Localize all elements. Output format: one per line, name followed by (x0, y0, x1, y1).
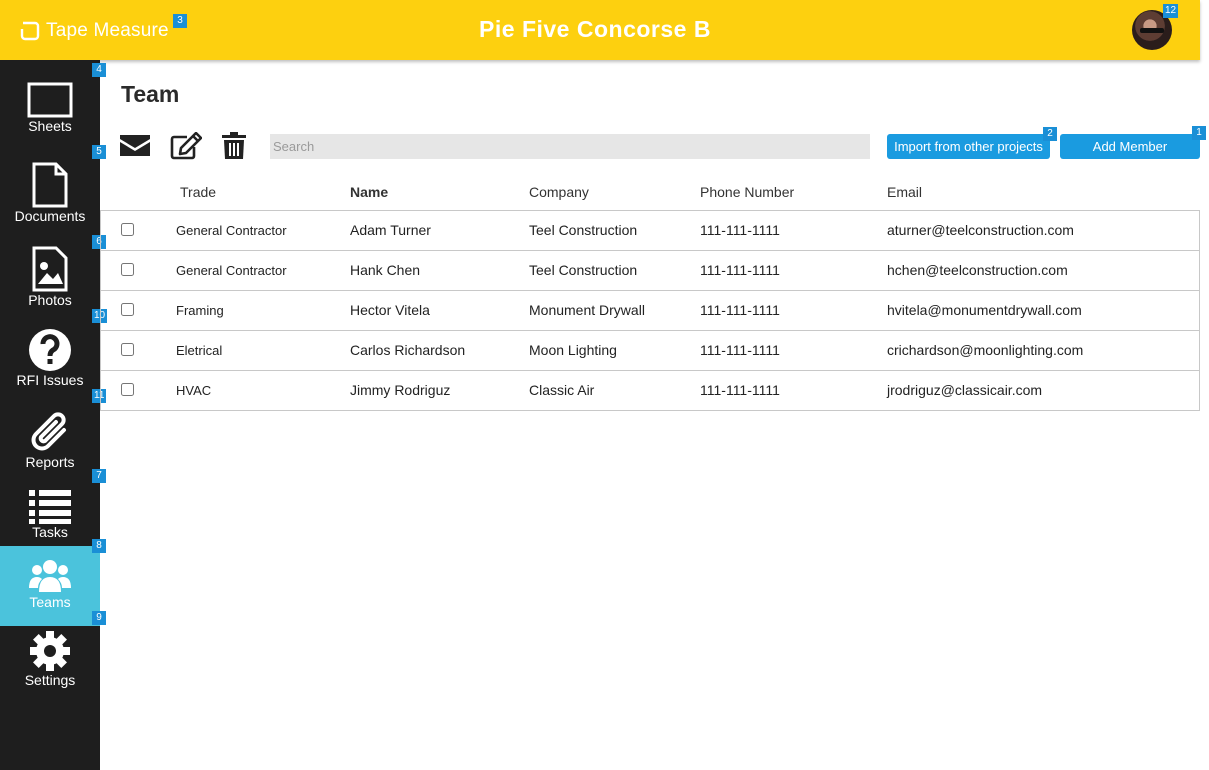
cell-email: crichardson@moonlighting.com (887, 342, 1084, 358)
paperclip-icon (28, 408, 72, 454)
envelope-icon (120, 135, 150, 156)
question-icon (28, 328, 72, 372)
sidebar-item-label: Sheets (28, 118, 72, 134)
table-row[interactable]: General Contractor Hank Chen Teel Constr… (101, 251, 1199, 291)
cell-email: jrodriguz@classicair.com (887, 382, 1043, 398)
cell-company: Classic Air (529, 382, 595, 398)
table-row[interactable]: Framing Hector Vitela Monument Drywall 1… (101, 291, 1199, 331)
delete-button[interactable] (222, 132, 246, 165)
sidebar-item-label: Photos (28, 292, 72, 308)
cell-name: Hank Chen (350, 262, 421, 278)
sidebar-item-rfi-issues[interactable]: RFI Issues (0, 328, 100, 394)
cell-email: hchen@teelconstruction.com (887, 262, 1068, 278)
column-header-name[interactable]: Name (350, 184, 388, 200)
main-content: Team Import from other projects Add Memb… (100, 60, 1209, 770)
cell-trade: Eletrical (176, 343, 223, 358)
photo-icon (31, 246, 69, 292)
list-icon (29, 488, 71, 524)
sidebar-item-sheets[interactable]: Sheets (0, 82, 100, 142)
page-title: Team (121, 81, 180, 107)
sidebar: Sheets Documents Photos RFI Issues Repor… (0, 60, 100, 770)
row-checkbox[interactable] (121, 303, 134, 316)
cell-phone: 111-111-1111 (700, 302, 780, 318)
sheet-icon (27, 82, 73, 118)
add-member-button[interactable]: Add Member (1060, 134, 1200, 159)
row-checkbox[interactable] (121, 223, 134, 236)
cell-name: Carlos Richardson (350, 342, 466, 358)
cell-trade: General Contractor (176, 223, 287, 238)
cell-company: Teel Construction (529, 222, 638, 238)
sidebar-item-label: Tasks (32, 524, 68, 540)
table-row[interactable]: General Contractor Adam Turner Teel Cons… (101, 211, 1199, 251)
users-icon (29, 558, 71, 594)
sidebar-item-label: Settings (24, 672, 76, 688)
cell-company: Moon Lighting (529, 342, 617, 358)
cell-company: Teel Construction (529, 262, 638, 278)
cell-phone: 111-111-1111 (700, 342, 780, 358)
column-header-email[interactable]: Email (887, 184, 922, 200)
column-header-trade[interactable]: Trade (180, 184, 216, 200)
label-badge-import: 2 (1043, 127, 1057, 141)
cell-email: aturner@teelconstruction.com (887, 222, 1074, 238)
gear-icon (29, 630, 71, 672)
top-header: Tape Measure Pie Five Concorse B (0, 0, 1200, 60)
row-checkbox[interactable] (121, 383, 134, 396)
sidebar-item-documents[interactable]: Documents (0, 162, 100, 228)
trash-icon (222, 132, 246, 159)
import-button[interactable]: Import from other projects (887, 134, 1050, 159)
sidebar-item-label: Teams (29, 594, 71, 610)
label-badge-add-member: 1 (1192, 126, 1206, 140)
table-row[interactable]: HVAC Jimmy Rodriguz Classic Air 111-111-… (101, 371, 1199, 411)
cell-name: Adam Turner (350, 222, 431, 238)
sidebar-item-label: Documents (14, 208, 86, 224)
cell-name: Jimmy Rodriguz (350, 382, 451, 398)
cell-name: Hector Vitela (350, 302, 430, 318)
sidebar-item-settings[interactable]: Settings (0, 630, 100, 688)
sidebar-item-photos[interactable]: Photos (0, 246, 100, 312)
cell-email: hvitela@monumentdrywall.com (887, 302, 1082, 318)
row-checkbox[interactable] (121, 263, 134, 276)
cell-trade: Framing (176, 303, 224, 318)
sidebar-item-label: RFI Issues (16, 372, 84, 388)
column-header-company[interactable]: Company (529, 184, 589, 200)
email-button[interactable] (120, 132, 150, 163)
document-icon (31, 162, 69, 208)
search-input[interactable] (270, 134, 870, 159)
sidebar-item-reports[interactable]: Reports (0, 408, 100, 474)
edit-button[interactable] (170, 131, 203, 165)
sidebar-item-tasks[interactable]: Tasks (0, 488, 100, 544)
sidebar-item-label: Reports (25, 454, 75, 470)
cell-trade: General Contractor (176, 263, 287, 278)
cell-company: Monument Drywall (529, 302, 645, 318)
sidebar-item-teams[interactable]: Teams (0, 546, 100, 626)
cell-phone: 111-111-1111 (700, 222, 780, 238)
label-badge-avatar: 12 (1163, 4, 1179, 18)
cell-phone: 111-111-1111 (700, 382, 780, 398)
label-badge-logo: 3 (173, 14, 187, 28)
team-table: General Contractor Adam Turner Teel Cons… (100, 210, 1200, 411)
edit-icon (170, 131, 203, 160)
column-header-phone[interactable]: Phone Number (700, 184, 794, 200)
cell-phone: 111-111-1111 (700, 262, 780, 278)
cell-trade: HVAC (176, 383, 212, 398)
table-row[interactable]: Eletrical Carlos Richardson Moon Lightin… (101, 331, 1199, 371)
row-checkbox[interactable] (121, 343, 134, 356)
